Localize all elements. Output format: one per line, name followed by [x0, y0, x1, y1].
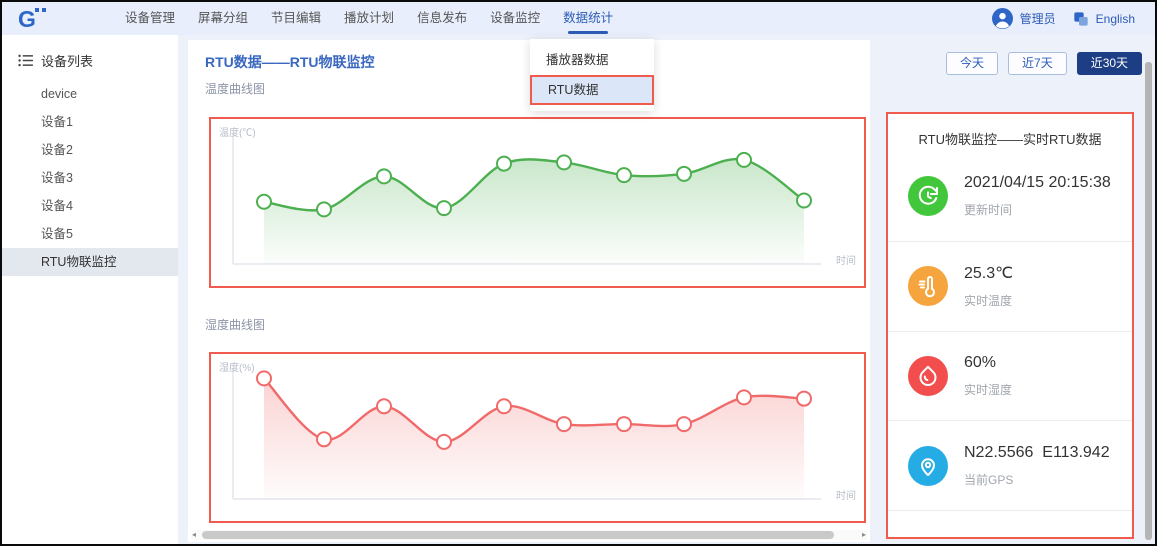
app-logo[interactable]: G [2, 4, 72, 34]
stat-humidity: 60% 实时湿度 [888, 332, 1132, 422]
language-switch-icon[interactable] [1073, 11, 1089, 27]
date-range-group: 今天 近7天 近30天 [946, 52, 1142, 75]
nav-item-data-statistics[interactable]: 数据统计 [558, 2, 618, 35]
vertical-scrollbar-thumb[interactable] [1145, 62, 1152, 540]
temperature-y-axis-label: 温度(℃) [219, 124, 256, 139]
stat-gps: N22.5566 E113.942 当前GPS [888, 421, 1132, 511]
sidebar-item-device5[interactable]: 设备5 [2, 220, 178, 248]
nav-item-screen-group[interactable]: 屏幕分组 [193, 2, 253, 35]
sidebar-item-device1[interactable]: 设备1 [2, 108, 178, 136]
sidebar-item-rtu-monitor[interactable]: RTU物联监控 [2, 248, 178, 276]
user-name[interactable]: 管理员 [1020, 10, 1056, 27]
sidebar-item-device2[interactable]: 设备2 [2, 136, 178, 164]
horizontal-scrollbar[interactable]: ◂ ▸ [191, 530, 867, 540]
nav-item-device-monitor[interactable]: 设备监控 [485, 2, 545, 35]
sidebar-item-device3[interactable]: 设备3 [2, 164, 178, 192]
temperature-line-chart [211, 119, 864, 286]
sidebar-item-device4[interactable]: 设备4 [2, 192, 178, 220]
temperature-label: 实时温度 [964, 292, 1013, 309]
humidity-chart-box: 湿度(%) 时间 [209, 352, 866, 523]
menu-item-rtu-data[interactable]: RTU数据 [530, 75, 654, 105]
temperature-chart-title: 温度曲线图 [205, 80, 265, 97]
navbar-right-group: 管理员 English [992, 8, 1155, 29]
humidity-line-chart [211, 354, 864, 521]
nav-item-program-edit[interactable]: 节目编辑 [266, 2, 326, 35]
humidity-x-axis-label: 时间 [836, 487, 856, 502]
update-time-icon [908, 176, 948, 216]
menu-item-player-data[interactable]: 播放器数据 [530, 45, 654, 75]
nav-item-device-management[interactable]: 设备管理 [120, 2, 180, 35]
top-navbar: G 设备管理 屏幕分组 节目编辑 播放计划 信息发布 设备监控 数据统计 管理员… [2, 2, 1155, 35]
sidebar-header: 设备列表 [2, 35, 178, 80]
vertical-scrollbar[interactable] [1145, 62, 1152, 540]
temperature-value: 25.3℃ [964, 263, 1013, 283]
humidity-y-axis-label: 湿度(%) [219, 359, 255, 374]
device-list-icon [18, 54, 33, 67]
charts-panel: RTU数据——RTU物联监控 温度曲线图 温度(℃) 时间 湿度曲线图 湿度(%… [188, 40, 870, 542]
humidity-label: 实时湿度 [964, 381, 1012, 398]
humidity-icon [908, 356, 948, 396]
scroll-left-arrow-icon[interactable]: ◂ [192, 530, 196, 540]
user-avatar-icon[interactable] [992, 8, 1013, 29]
last7days-button[interactable]: 近7天 [1008, 52, 1067, 75]
update-time-value: 2021/04/15 20:15:38 [964, 174, 1111, 192]
today-button[interactable]: 今天 [946, 52, 998, 75]
gps-value: N22.5566 E113.942 [964, 444, 1110, 462]
temperature-x-axis-label: 时间 [836, 252, 856, 267]
realtime-rtu-panel: RTU物联监控——实时RTU数据 2021/04/15 20:15:38 更新时… [886, 112, 1134, 539]
sidebar-item-device[interactable]: device [2, 80, 178, 108]
horizontal-scrollbar-thumb[interactable] [202, 531, 834, 539]
scroll-right-arrow-icon[interactable]: ▸ [862, 530, 866, 540]
thermometer-icon [908, 266, 948, 306]
gps-label: 当前GPS [964, 471, 1110, 488]
main-nav-menu: 设备管理 屏幕分组 节目编辑 播放计划 信息发布 设备监控 数据统计 [120, 2, 618, 35]
last30days-button[interactable]: 近30天 [1077, 52, 1142, 75]
temperature-chart-box: 温度(℃) 时间 [209, 117, 866, 288]
stat-update-time: 2021/04/15 20:15:38 更新时间 [888, 152, 1132, 242]
humidity-value: 60% [964, 354, 1012, 372]
nav-item-info-publish[interactable]: 信息发布 [412, 2, 472, 35]
stat-temperature: 25.3℃ 实时温度 [888, 242, 1132, 332]
app-window: G 设备管理 屏幕分组 节目编辑 播放计划 信息发布 设备监控 数据统计 管理员… [0, 0, 1157, 546]
nav-item-play-schedule[interactable]: 播放计划 [339, 2, 399, 35]
gps-icon [908, 446, 948, 486]
page-title: RTU数据——RTU物联监控 [205, 52, 375, 72]
data-statistics-dropdown: 播放器数据 RTU数据 [530, 39, 654, 111]
device-sidebar: 设备列表 device 设备1 设备2 设备3 设备4 设备5 RTU物联监控 [2, 35, 178, 544]
humidity-chart-title: 湿度曲线图 [205, 316, 265, 333]
sidebar-header-label: 设备列表 [41, 51, 93, 70]
realtime-panel-title: RTU物联监控——实时RTU数据 [888, 114, 1132, 152]
language-label[interactable]: English [1096, 12, 1135, 26]
logo-dots-decoration [35, 8, 39, 12]
logo-text: G [18, 6, 36, 32]
update-time-label: 更新时间 [964, 201, 1111, 218]
